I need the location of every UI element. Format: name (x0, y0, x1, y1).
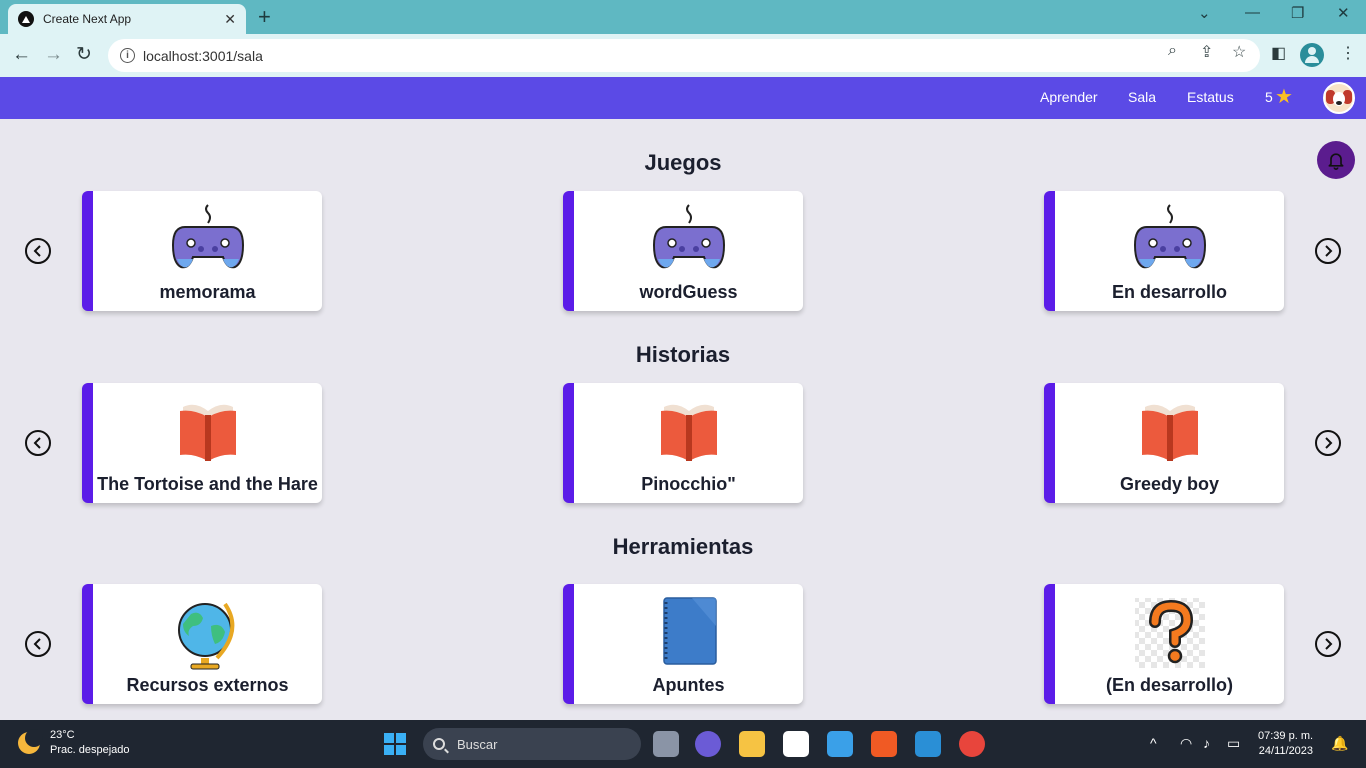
card-pinocchio[interactable]: Pinocchio" (563, 383, 803, 503)
chevron-left-icon (33, 638, 41, 650)
taskbar-clock[interactable]: 07:39 p. m. 24/11/2023 (1258, 729, 1313, 759)
book-icon (1141, 404, 1198, 461)
globe-icon (177, 602, 234, 670)
profile-avatar-button[interactable] (1300, 43, 1324, 67)
tray-overflow-chevron-icon[interactable]: ^ (1150, 735, 1157, 751)
star-icon: ★ (1275, 86, 1293, 108)
browser-tab[interactable]: Create Next App ✕ (8, 4, 246, 34)
windows-start-icon[interactable] (384, 733, 406, 755)
notification-center-icon[interactable]: 🔔 (1331, 735, 1348, 752)
new-tab-button[interactable]: + (258, 5, 271, 29)
chat-app-icon[interactable] (695, 731, 721, 757)
chevron-left-icon (33, 437, 41, 449)
brave-browser-icon[interactable] (871, 731, 897, 757)
card-apuntes[interactable]: Apuntes (563, 584, 803, 704)
card-label: memorama (159, 282, 256, 302)
share-icon[interactable]: ⇪ (1200, 42, 1213, 62)
battery-icon[interactable]: ▭ (1227, 735, 1240, 752)
card-greedy-boy[interactable]: Greedy boy (1044, 383, 1284, 503)
forward-button[interactable]: → (44, 44, 63, 66)
card-label: Apuntes (652, 675, 725, 695)
browser-toolbar: ← → ↻ i localhost:3001/sala ⌕ ⇪ ☆ ◧ ⋮ (0, 34, 1366, 77)
store-icon[interactable] (827, 731, 853, 757)
nextjs-favicon-icon (18, 11, 34, 27)
card-en-desarrollo[interactable]: En desarrollo (1044, 191, 1284, 311)
stars-count: 5 (1265, 89, 1273, 105)
tab-close-icon[interactable]: ✕ (224, 11, 236, 28)
tab-search-icon[interactable]: ⌄ (1198, 4, 1211, 22)
card-label: Recursos externos (126, 675, 289, 695)
vscode-icon[interactable] (915, 731, 941, 757)
notion-icon[interactable] (783, 731, 809, 757)
window-close-button[interactable]: ✕ (1337, 4, 1350, 22)
card-memorama[interactable]: memorama (82, 191, 322, 311)
moon-weather-icon (18, 729, 43, 754)
reload-button[interactable]: ↻ (76, 44, 92, 66)
os-taskbar: 23°C Prac. despejado Buscar ^ ◠ ♪ ▭ 07:3… (0, 720, 1366, 768)
browser-tab-bar: Create Next App ✕ + ⌄ — ❐ ✕ (0, 0, 1366, 34)
nav-link-estatus[interactable]: Estatus (1187, 89, 1234, 105)
card-label: Greedy boy (1119, 474, 1220, 494)
address-bar[interactable]: i localhost:3001/sala (108, 39, 1260, 72)
chevron-right-icon (1325, 437, 1333, 449)
question-mark-icon (1134, 598, 1205, 668)
nav-link-aprender[interactable]: Aprender (1040, 89, 1098, 105)
minimize-button[interactable]: — (1245, 4, 1260, 21)
notebook-icon (662, 597, 717, 665)
carousel-prev-herramientas[interactable] (25, 631, 51, 657)
chrome-icon[interactable] (959, 731, 985, 757)
gamepad-icon (1133, 204, 1206, 269)
taskbar-search[interactable]: Buscar (423, 728, 641, 760)
card-label: Pinocchio" (641, 474, 736, 494)
side-panel-icon[interactable]: ◧ (1271, 43, 1286, 63)
nav-link-sala[interactable]: Sala (1128, 89, 1156, 105)
gamepad-icon (652, 204, 725, 269)
bookmark-star-icon[interactable]: ☆ (1232, 42, 1246, 62)
chevron-right-icon (1325, 638, 1333, 650)
site-info-icon[interactable]: i (120, 48, 135, 63)
app-navbar: Aprender Sala Estatus 5 ★ (0, 77, 1366, 119)
chevron-right-icon (1325, 245, 1333, 257)
chevron-left-icon (33, 245, 41, 257)
taskbar-search-placeholder: Buscar (457, 736, 498, 752)
zoom-search-icon[interactable]: ⌕ (1168, 42, 1177, 60)
tab-title: Create Next App (43, 12, 132, 26)
task-view-icon[interactable] (653, 731, 679, 757)
card-en-desarrollo-2[interactable]: (En desarrollo) (1044, 584, 1284, 704)
carousel-next-juegos[interactable] (1315, 238, 1341, 264)
card-label: wordGuess (639, 282, 738, 302)
weather-desc: Prac. despejado (50, 744, 130, 756)
card-label: The Tortoise and the Hare (97, 474, 318, 494)
section-title-historias: Historias (635, 342, 731, 367)
weather-widget[interactable]: 23°C Prac. despejado (18, 728, 130, 758)
clock-time: 07:39 p. m. (1258, 730, 1314, 742)
file-explorer-icon[interactable] (739, 731, 765, 757)
carousel-prev-juegos[interactable] (25, 238, 51, 264)
restore-button[interactable]: ❐ (1291, 4, 1304, 22)
card-tortoise-hare[interactable]: The Tortoise and the Hare (82, 383, 322, 503)
section-title-juegos: Juegos (644, 150, 722, 175)
card-label: (En desarrollo) (1105, 675, 1234, 695)
carousel-prev-historias[interactable] (25, 430, 51, 456)
wifi-icon[interactable]: ◠ (1180, 735, 1192, 752)
user-avatar[interactable] (1323, 82, 1355, 114)
back-button[interactable]: ← (12, 44, 31, 66)
card-recursos-externos[interactable]: Recursos externos (82, 584, 322, 704)
url-text: localhost:3001/sala (143, 47, 263, 64)
book-icon (660, 404, 717, 461)
gamepad-icon (171, 204, 244, 269)
section-title-herramientas: Herramientas (612, 534, 754, 559)
card-label: En desarrollo (1111, 282, 1228, 302)
volume-icon[interactable]: ♪ (1203, 735, 1210, 751)
carousel-next-herramientas[interactable] (1315, 631, 1341, 657)
search-icon (433, 738, 445, 750)
browser-menu-icon[interactable]: ⋮ (1340, 43, 1356, 63)
clock-date: 24/11/2023 (1258, 745, 1314, 757)
card-wordguess[interactable]: wordGuess (563, 191, 803, 311)
carousel-next-historias[interactable] (1315, 430, 1341, 456)
book-icon (179, 404, 236, 461)
weather-temp: 23°C (50, 729, 75, 741)
